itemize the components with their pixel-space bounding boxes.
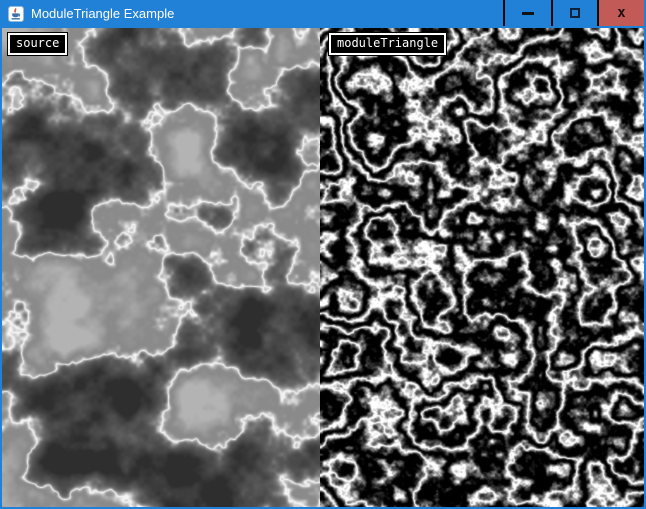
maximize-icon [570, 8, 580, 18]
java-coffee-cup-icon[interactable] [8, 6, 24, 22]
window-controls: x [503, 0, 644, 26]
moduletriangle-noise-image [320, 28, 644, 507]
minimize-button[interactable] [505, 0, 551, 26]
window-title: ModuleTriangle Example [31, 0, 174, 28]
close-icon: x [617, 6, 625, 20]
maximize-button[interactable] [553, 0, 597, 26]
minimize-icon [522, 12, 534, 15]
close-button[interactable]: x [599, 0, 644, 26]
panel-source: source [2, 28, 320, 507]
image-area: source moduleTriangle [2, 28, 644, 507]
source-label: source [8, 33, 67, 55]
panel-moduletriangle: moduleTriangle [320, 28, 644, 507]
app-window: ModuleTriangle Example x source moduleTr… [0, 0, 646, 509]
moduletriangle-label: moduleTriangle [329, 33, 446, 55]
titlebar[interactable]: ModuleTriangle Example x [2, 0, 644, 28]
source-noise-image [2, 28, 320, 507]
java-cup-glyph [10, 8, 22, 20]
